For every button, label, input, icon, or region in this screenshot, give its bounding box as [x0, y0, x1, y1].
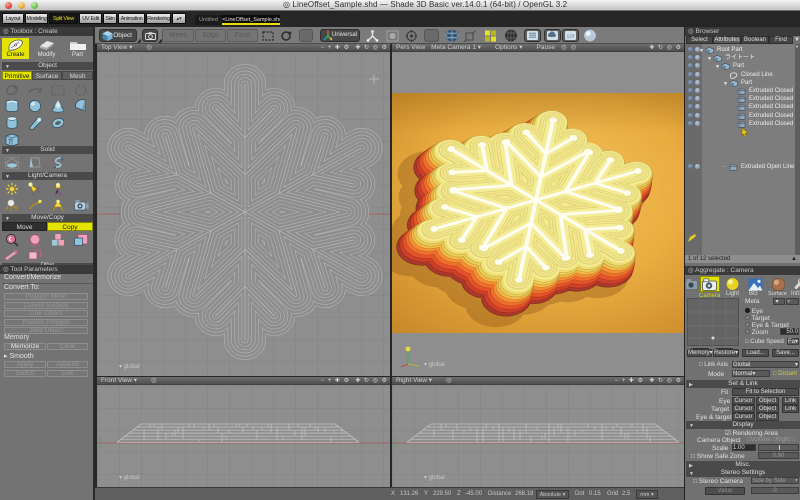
svg-text:123: 123 [567, 34, 575, 39]
